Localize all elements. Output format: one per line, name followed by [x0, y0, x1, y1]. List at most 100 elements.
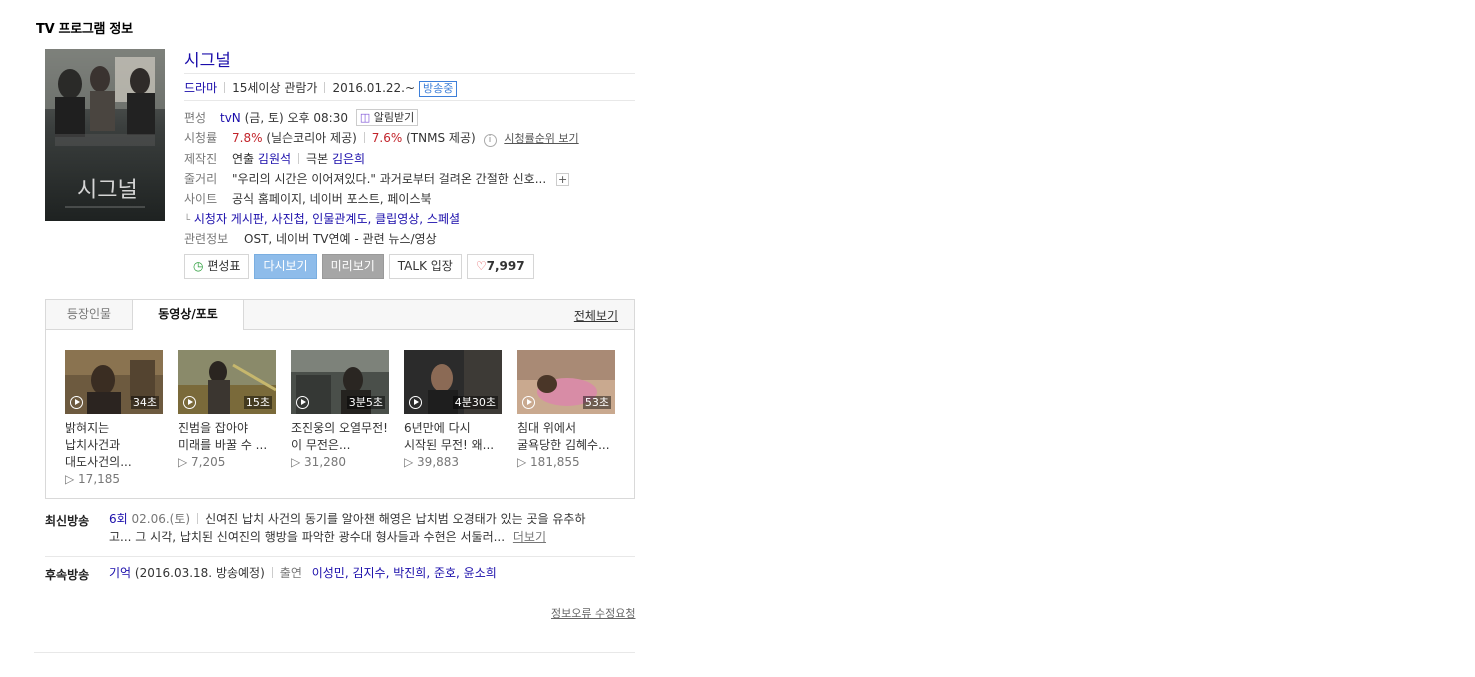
age-rating: 15세이상 관람가 [232, 81, 318, 95]
latest-broadcast-label: 최신방송 [45, 514, 90, 528]
cast-links[interactable]: 이성민, 김지수, 박진희, 준호, 윤소희 [312, 566, 497, 580]
program-meta: 드라마 15세이상 관람가 2016.01.22.~ 방송중 [184, 79, 458, 97]
episode-summary-1: 신여진 납치 사건의 동기를 알아챈 해영은 납치범 오경태가 있는 곳을 유추… [205, 512, 586, 526]
site-label: 사이트 [184, 192, 218, 206]
video-item[interactable]: 53초 침대 위에서 굴욕당한 김혜수... ▷ 181,855 [517, 350, 615, 471]
status-badge: 방송중 [419, 81, 458, 97]
schedule-table-label: 편성표 [207, 259, 241, 273]
tab-videos[interactable]: 동영상/포토 [132, 300, 244, 330]
video-duration: 53초 [582, 396, 611, 409]
more-link[interactable]: 더보기 [513, 530, 546, 544]
bottom-divider [34, 652, 635, 653]
video-views: ▷ 7,205 [178, 455, 226, 469]
schedule-label: 편성 [184, 111, 207, 125]
viewership-value: 7.8% (닐슨코리아 제공) 7.6% (TNMS 제공) i 시청률순위 보기 [232, 129, 579, 147]
video-thumbnail[interactable]: 15초 [178, 350, 276, 414]
latest-line2: 고... 그 시각, 납치된 신여진의 행방을 파악한 광수대 형사들과 수현은… [109, 528, 629, 546]
action-buttons: ◷ 편성표 다시보기 미리보기 TALK 입장 ♡7,997 [184, 254, 534, 279]
tnms-rating: 7.6% [371, 131, 403, 145]
video-duration: 15초 [243, 396, 272, 409]
staff-value: 연출 김원석 극본 김은희 [232, 150, 365, 167]
latest-broadcast: 6회 02.06.(토) 신여진 납치 사건의 동기를 알아챈 해영은 납치범 오… [109, 510, 629, 546]
separator [363, 132, 365, 143]
latest-line1: 6회 02.06.(토) 신여진 납치 사건의 동기를 알아챈 해영은 납치범 오… [109, 510, 629, 528]
poster-image: 시그널 [45, 49, 165, 221]
start-date: 2016.01.22.~ [332, 81, 416, 95]
like-button[interactable]: ♡7,997 [466, 254, 534, 279]
alarm-button[interactable]: ◫ 알림받기 [355, 109, 419, 126]
separator [197, 513, 199, 524]
video-item[interactable]: 4분30초 6년만에 다시 시작된 무전! 왜... ▷ 39,883 [404, 350, 502, 471]
play-icon [70, 396, 83, 409]
play-icon [183, 396, 196, 409]
channel-link[interactable]: tvN [220, 111, 241, 125]
broadcast-time: (금, 토) 오후 08:30 [244, 111, 348, 125]
play-icon [409, 396, 422, 409]
video-item[interactable]: 15초 진범을 잡아야 미래를 바꿀 수 ... ▷ 7,205 [178, 350, 276, 471]
separator [298, 153, 300, 164]
expand-plus-icon[interactable]: + [556, 173, 570, 186]
divider [45, 556, 635, 557]
info-icon[interactable]: i [483, 134, 497, 147]
divider [184, 100, 635, 101]
report-error-link[interactable]: 정보오류 수정요청 [551, 605, 635, 621]
site-links[interactable]: 공식 홈페이지, 네이버 포스트, 페이스북 [232, 190, 432, 207]
play-icon [296, 396, 309, 409]
next-broadcast-label: 후속방송 [45, 568, 90, 582]
rating-rank-link[interactable]: 시청률순위 보기 [504, 132, 578, 145]
synopsis-label: 줄거리 [184, 172, 218, 186]
section-title: TV 프로그램 정보 [36, 22, 133, 37]
writer-role: 극본 [306, 152, 329, 166]
video-title[interactable]: 6년만에 다시 시작된 무전! 왜... [404, 420, 502, 454]
video-views: ▷ 17,185 [65, 472, 121, 486]
separator [271, 567, 273, 578]
program-poster[interactable]: 시그널 [45, 49, 165, 221]
director-role: 연출 [232, 152, 255, 166]
preview-button[interactable]: 미리보기 [321, 254, 384, 279]
video-thumbnail[interactable]: 34초 [65, 350, 163, 414]
episode-summary-2: 고... 그 시각, 납치된 신여진의 행방을 파악한 광수대 형사들과 수현은… [109, 530, 506, 544]
genre-link[interactable]: 드라마 [184, 81, 217, 95]
video-title[interactable]: 침대 위에서 굴욕당한 김혜수... [517, 420, 615, 454]
schedule-table-icon: ◷ [193, 259, 204, 273]
video-title[interactable]: 진범을 잡아야 미래를 바꿀 수 ... [178, 420, 276, 454]
nielsen-source: (닐슨코리아 제공) [266, 131, 357, 145]
video-duration: 34초 [130, 396, 159, 409]
video-title[interactable]: 조진웅의 오열무전! 이 무전은... [291, 420, 389, 454]
video-duration: 3분5초 [346, 396, 385, 409]
schedule-value: tvN (금, 토) 오후 08:30 ◫ 알림받기 [220, 109, 419, 126]
related-links[interactable]: OST, 네이버 TV연예 - 관련 뉴스/영상 [244, 230, 437, 247]
episode-date: 02.06.(토) [131, 512, 191, 526]
video-title[interactable]: 밝혀지는 납치사건과 대도사건의... [65, 420, 163, 471]
tab-characters[interactable]: 등장인물 [46, 300, 132, 329]
director-link[interactable]: 김원석 [258, 152, 291, 166]
separator [224, 82, 226, 93]
writer-link[interactable]: 김은희 [332, 152, 365, 166]
video-thumbnail[interactable]: 3분5초 [291, 350, 389, 414]
video-thumbnail[interactable]: 4분30초 [404, 350, 502, 414]
divider [184, 73, 635, 74]
view-all-link[interactable]: 전체보기 [574, 307, 618, 324]
next-broadcast: 기억 (2016.03.18. 방송예정) 출연 이성민, 김지수, 박진희, 준… [109, 564, 497, 582]
video-item[interactable]: 34초 밝혀지는 납치사건과 대도사건의... ▷ 17,185 [65, 350, 163, 488]
program-title[interactable]: 시그널 [184, 46, 231, 71]
site-sub-links[interactable]: 시청자 게시판, 사진첩, 인물관계도, 클립영상, 스페셜 [194, 212, 460, 226]
heart-icon: ♡ [475, 259, 487, 273]
video-duration: 4분30초 [452, 396, 498, 409]
play-icon [522, 396, 535, 409]
alarm-icon: ◫ [359, 111, 371, 124]
cast-label: 출연 [279, 566, 302, 580]
video-views: ▷ 181,855 [517, 455, 580, 469]
like-count: 7,997 [486, 259, 525, 273]
video-thumbnail[interactable]: 53초 [517, 350, 615, 414]
media-tab-panel: 등장인물 동영상/포토 전체보기 34초 밝혀지는 납치사건과 대도사건의...… [45, 299, 635, 499]
talk-button[interactable]: TALK 입장 [388, 254, 462, 279]
video-views: ▷ 31,280 [291, 455, 347, 469]
schedule-table-button[interactable]: ◷ 편성표 [184, 254, 250, 279]
episode-link[interactable]: 6회 [109, 512, 128, 526]
next-program-link[interactable]: 기억 [109, 566, 131, 580]
replay-button[interactable]: 다시보기 [254, 254, 317, 279]
video-item[interactable]: 3분5초 조진웅의 오열무전! 이 무전은... ▷ 31,280 [291, 350, 389, 471]
next-program-date: (2016.03.18. 방송예정) [134, 566, 265, 580]
video-views: ▷ 39,883 [404, 455, 460, 469]
